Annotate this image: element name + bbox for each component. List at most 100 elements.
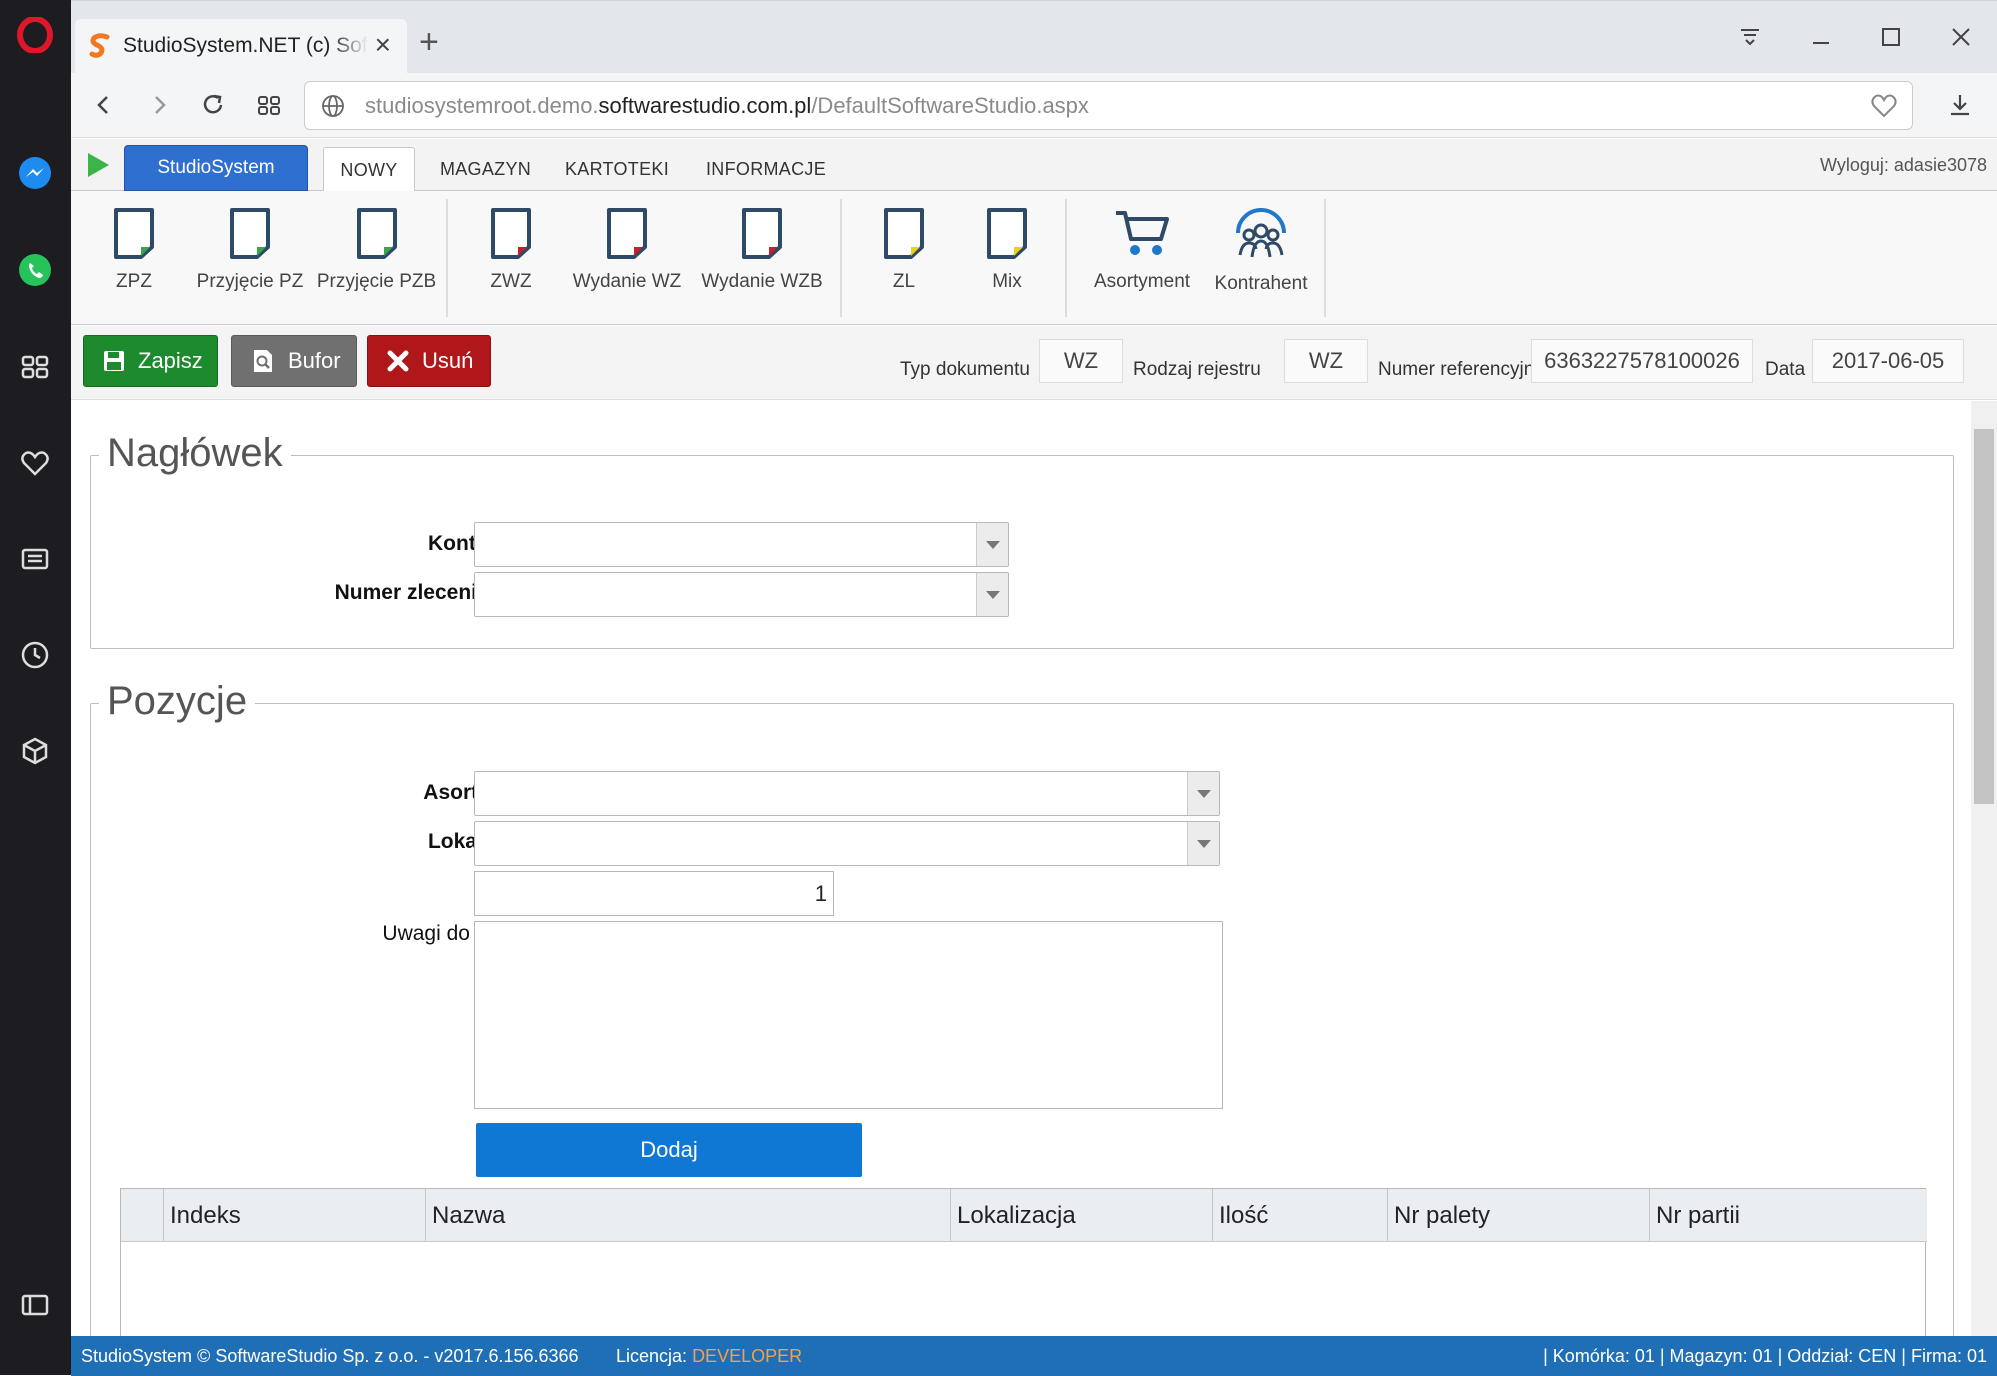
ribbon-zpz-button[interactable]: ZPZ [93,191,175,325]
tab-magazyn[interactable]: MAGAZYN [428,147,543,191]
minimize-icon[interactable] [1801,19,1841,55]
ribbon-przyjecie-pz-button[interactable]: Przyjęcie PZ [189,191,311,325]
date-field[interactable]: 2017-06-05 [1812,339,1964,383]
ribbon-separator [1065,199,1067,317]
delete-button[interactable]: Usuń [367,335,491,387]
browser-sidebar [0,0,71,1375]
close-window-icon[interactable] [1941,19,1981,55]
grid-header: Indeks Nazwa Lokalizacja Ilość Nr palety… [121,1189,1927,1242]
tab-informacje[interactable]: INFORMACJE [691,147,841,191]
chevron-down-icon[interactable] [1187,772,1219,815]
scrollbar-thumb[interactable] [1974,429,1994,804]
speed-dial-grid-icon[interactable] [251,87,287,123]
chevron-down-icon[interactable] [1187,822,1219,865]
delete-label: Usuń [422,348,474,373]
maximize-icon[interactable] [1871,19,1911,55]
sidebar-toggle-icon[interactable] [12,1282,58,1328]
ribbon-kontrahent-button[interactable]: Kontrahent [1206,191,1316,325]
tab-nowy[interactable]: NOWY [323,147,415,192]
reload-icon[interactable] [195,87,231,123]
bookmark-heart-icon[interactable] [1870,93,1898,119]
ribbon-mix-button[interactable]: Mix [967,191,1047,325]
play-icon[interactable] [85,151,111,179]
ribbon-label: ZL [892,271,916,292]
save-button[interactable]: Zapisz [83,335,218,387]
globe-icon [322,95,344,117]
ribbon-separator [1324,199,1326,317]
column-header-lokalizacja[interactable]: Lokalizacja [950,1189,1212,1242]
ribbon-label: ZWZ [490,271,532,292]
document-yellow-icon [987,208,1027,259]
tab-title: StudioSystem.NET (c) Software [123,34,368,57]
ribbon-przyjecie-pzb-button[interactable]: Przyjęcie PZB [314,191,439,325]
url-field[interactable]: studiosystemroot.demo.softwarestudio.com… [304,81,1913,130]
quantity-input[interactable]: 1 [474,871,834,916]
url-domain: softwarestudio.com.pl [598,93,812,118]
address-bar: studiosystemroot.demo.softwarestudio.com… [71,73,1997,138]
document-toolbar: Zapisz Bufor Usuń Typ dokumentu WZ Rodza… [71,326,1997,400]
buffer-button[interactable]: Bufor [231,335,357,387]
messenger-icon[interactable] [12,150,58,196]
license-label: Licencja: [616,1346,688,1366]
opera-logo-icon[interactable] [12,12,58,58]
studiosystem-app: StudioSystem NOWY MAGAZYN KARTOTEKI INFO… [71,139,1997,1376]
ribbon-wydanie-wz-button[interactable]: Wydanie WZ [567,191,687,325]
ribbon-asortyment-button[interactable]: Asortyment [1087,191,1197,325]
document-green-icon [114,208,154,259]
people-icon [1236,208,1286,258]
speed-dial-icon[interactable] [12,344,58,390]
doc-type-label: Typ dokumentu [900,359,1030,380]
extensions-cube-icon[interactable] [12,728,58,774]
ref-field: 6363227578100026 [1531,339,1753,383]
column-header-indeks[interactable]: Indeks [163,1189,425,1242]
download-icon[interactable] [1942,87,1978,123]
location-combo[interactable] [474,821,1220,866]
ribbon-label: Przyjęcie PZB [316,271,437,292]
column-header-nr-palety[interactable]: Nr palety [1387,1189,1649,1242]
positions-grid: Indeks Nazwa Lokalizacja Ilość Nr palety… [120,1188,1927,1336]
ribbon-zl-button[interactable]: ZL [864,191,944,325]
save-label: Zapisz [138,348,203,373]
document-red-icon [491,208,531,259]
ribbon-label: Kontrahent [1214,273,1308,294]
whatsapp-icon[interactable] [12,247,58,293]
tab-close-icon[interactable]: × [375,31,391,59]
column-header-nr-partii[interactable]: Nr partii [1649,1189,1913,1242]
register-field: WZ [1284,339,1368,383]
document-yellow-icon [884,208,924,259]
ribbon-wydanie-wzb-button[interactable]: Wydanie WZB [697,191,827,325]
column-header-nazwa[interactable]: Nazwa [425,1189,950,1242]
ribbon-toolbar: ZPZ Przyjęcie PZ Przyjęcie PZB ZWZ Wydan… [71,191,1997,325]
history-clock-icon[interactable] [12,632,58,678]
back-icon[interactable] [86,87,122,123]
browser-window: StudioSystem.NET (c) Software × + [71,0,1997,1376]
add-position-button[interactable]: Dodaj [476,1123,862,1177]
ribbon-separator [446,199,448,317]
news-icon[interactable] [12,536,58,582]
bookmarks-heart-icon[interactable] [12,440,58,486]
ribbon-label: Przyjęcie PZ [196,271,304,292]
license-value: DEVELOPER [692,1346,803,1366]
chevron-down-icon[interactable] [976,523,1008,566]
assortment-combo[interactable] [474,771,1220,816]
context-info: | Komórka: 01 | Magazyn: 01 | Oddział: C… [1543,1346,1987,1366]
browser-tab[interactable]: StudioSystem.NET (c) Software × [75,19,407,73]
doc-type-field: WZ [1039,339,1123,383]
logout-link[interactable]: Wyloguj: adasie3078 [1820,155,1987,176]
order-number-combo[interactable] [474,572,1009,617]
delete-x-icon [387,350,409,372]
column-header-ilosc[interactable]: Ilość [1212,1189,1387,1242]
new-tab-button[interactable]: + [419,25,439,59]
page-scrollbar[interactable] [1971,401,1997,1336]
document-red-icon [607,208,647,259]
notes-textarea[interactable] [474,921,1223,1109]
studiosystem-button[interactable]: StudioSystem [124,145,308,191]
tab-menu-icon[interactable] [1730,19,1770,55]
contractor-combo[interactable] [474,522,1009,567]
ribbon-label: ZPZ [116,271,152,292]
chevron-down-icon[interactable] [976,573,1008,616]
document-green-icon [356,208,397,259]
tab-kartoteki[interactable]: KARTOTEKI [557,147,677,191]
forward-icon[interactable] [141,87,177,123]
ribbon-zwz-button[interactable]: ZWZ [471,191,551,325]
